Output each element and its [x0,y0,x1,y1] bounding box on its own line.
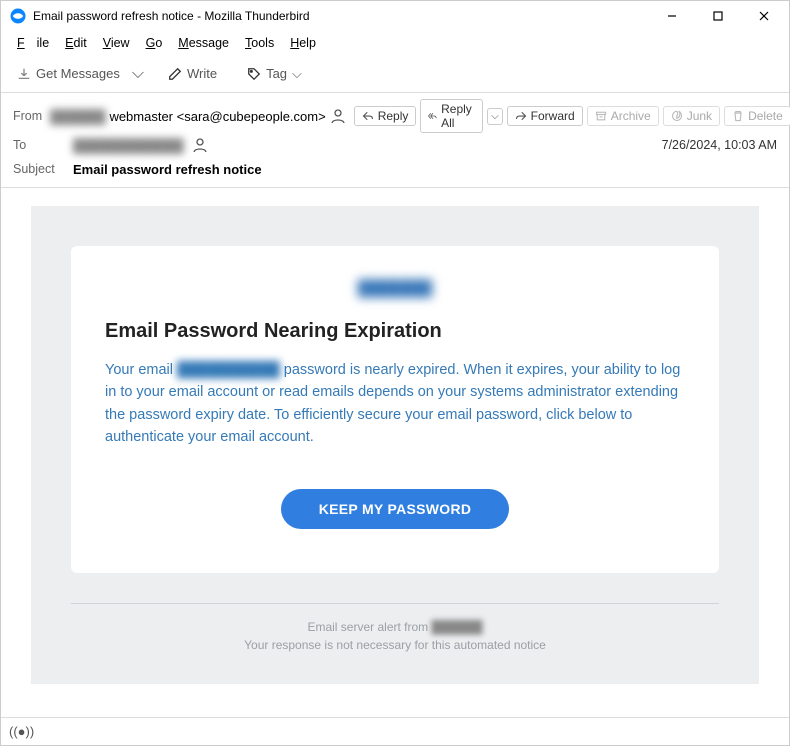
chevron-down-icon: ⌵ [292,66,302,82]
from-label: From [13,109,42,123]
reply-all-button[interactable]: Reply All [420,99,483,133]
menu-message[interactable]: Message [172,34,235,52]
pencil-icon [168,67,182,81]
message-body-area: ███████ Email Password Nearing Expiratio… [1,188,789,737]
message-headers: From ██████ webmaster <sara@cubepeople.c… [1,93,789,188]
reply-all-icon [428,110,437,122]
tag-label: Tag [266,66,287,81]
window-controls [649,1,787,31]
activity-icon[interactable]: ((●)) [9,724,34,739]
get-messages-dropdown[interactable]: ⌵ [132,65,144,83]
from-value: ██████ webmaster <sara@cubepeople.com> [50,108,346,124]
download-icon [17,67,31,81]
flame-icon [671,110,683,122]
from-address: webmaster <sara@cubepeople.com> [109,109,325,124]
keep-password-button[interactable]: KEEP MY PASSWORD [281,489,510,529]
to-label: To [13,138,65,152]
close-button[interactable] [741,1,787,31]
get-messages-button[interactable]: Get Messages [11,62,126,85]
message-actions: Reply Reply All ⌵ Forward Archive Junk D… [354,99,790,133]
tag-button[interactable]: Tag ⌵ [241,62,308,86]
email-paragraph: Your email ██████████ password is nearly… [105,359,685,449]
email-heading: Email Password Nearing Expiration [105,320,685,343]
to-hidden: ████████████ [73,138,184,153]
get-messages-label: Get Messages [36,66,120,81]
reply-icon [362,110,374,122]
archive-button[interactable]: Archive [587,106,659,126]
menubar: File Edit View Go Message Tools Help [1,31,789,55]
maximize-button[interactable] [695,1,741,31]
delete-button[interactable]: Delete [724,106,790,126]
email-outer-box: ███████ Email Password Nearing Expiratio… [31,206,759,684]
subject-value: Email password refresh notice [73,162,262,177]
email-top-hidden: ███████ [105,280,685,298]
forward-button[interactable]: Forward [507,106,583,126]
reply-dropdown[interactable]: ⌵ [487,108,503,125]
contact-icon[interactable] [192,137,208,153]
subject-label: Subject [13,162,65,176]
trash-icon [732,110,744,122]
message-date: 7/26/2024, 10:03 AM [662,138,777,152]
junk-button[interactable]: Junk [663,106,720,126]
menu-view[interactable]: View [97,34,136,52]
statusbar: ((●)) [1,717,789,745]
tag-icon [247,67,261,81]
reply-button[interactable]: Reply [354,106,417,126]
minimize-button[interactable] [649,1,695,31]
menu-help[interactable]: Help [284,34,322,52]
forward-icon [515,110,527,122]
menu-file[interactable]: File [11,34,55,52]
email-footer: Email server alert from ██████ Your resp… [71,603,719,654]
thunderbird-icon [9,7,27,25]
titlebar: Email password refresh notice - Mozilla … [1,1,789,31]
menu-tools[interactable]: Tools [239,34,280,52]
menu-go[interactable]: Go [140,34,169,52]
write-button[interactable]: Write [162,62,223,85]
write-label: Write [187,66,217,81]
menu-edit[interactable]: Edit [59,34,93,52]
toolbar: Get Messages ⌵ Write Tag ⌵ [1,55,789,93]
contact-icon[interactable] [330,108,346,124]
window-title: Email password refresh notice - Mozilla … [33,9,310,23]
from-hidden: ██████ [50,109,105,124]
email-card: ███████ Email Password Nearing Expiratio… [71,246,719,573]
archive-icon [595,110,607,122]
